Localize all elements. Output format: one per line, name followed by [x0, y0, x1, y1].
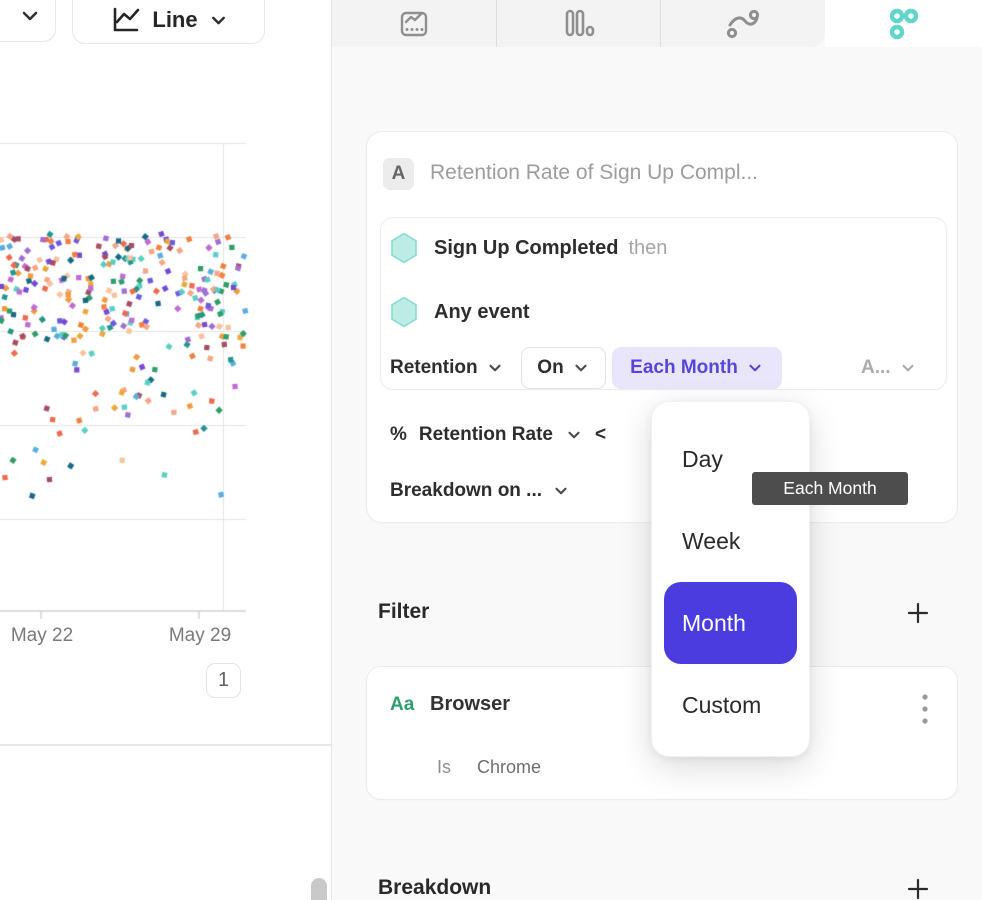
query-title[interactable]: Retention Rate of Sign Up Compl...	[430, 161, 758, 185]
metric-label: Retention Rate	[419, 424, 553, 446]
plus-icon	[906, 601, 930, 625]
tab-flows[interactable]	[660, 0, 825, 47]
tab-insights-chart[interactable]	[332, 0, 496, 47]
truncated-dropdown[interactable]: A...	[861, 347, 917, 389]
chevron-down-icon	[552, 482, 570, 500]
breakdown-section-heading: Breakdown	[378, 876, 491, 900]
scatter-dots-icon	[887, 7, 920, 40]
filter-operator[interactable]: Is	[437, 757, 451, 778]
event-name[interactable]: Any event	[434, 301, 530, 324]
tooltip: Each Month	[752, 472, 908, 505]
chevron-down-icon	[746, 359, 764, 377]
series-label-badge: A	[383, 158, 414, 190]
chevron-down-icon	[572, 359, 590, 377]
add-breakdown-button[interactable]	[905, 876, 931, 900]
plus-icon	[906, 877, 930, 900]
chevron-down-icon	[899, 359, 917, 377]
comparator-label: <	[595, 424, 606, 446]
breakdown-on-label: Breakdown on ...	[390, 480, 542, 502]
kebab-menu-button[interactable]	[921, 693, 929, 725]
event-row[interactable]: Any event	[390, 296, 530, 328]
menu-item-custom[interactable]: Custom	[652, 664, 809, 746]
event-hexagon-icon	[390, 232, 418, 264]
metric-dropdown[interactable]: % Retention Rate <	[390, 414, 606, 456]
chevron-down-icon	[565, 426, 583, 444]
interval-dropdown-menu: Day Week Month Custom	[651, 401, 810, 757]
truncated-label: A...	[861, 357, 891, 379]
retention-type-dropdown[interactable]: Retention	[390, 347, 504, 389]
menu-item-month-selected[interactable]: Month	[664, 582, 797, 664]
interval-label: Each Month	[630, 357, 738, 379]
tab-retention-scatter-active[interactable]	[825, 0, 982, 47]
interval-dropdown[interactable]: Each Month	[612, 347, 782, 389]
retention-type-label: Retention	[390, 357, 478, 379]
kebab-icon	[921, 693, 929, 725]
event-suffix: then	[628, 237, 667, 260]
flow-chart-icon	[726, 8, 760, 40]
event-name[interactable]: Sign Up Completed	[434, 237, 618, 260]
chevron-down-icon	[486, 359, 504, 377]
menu-item-week[interactable]: Week	[652, 500, 809, 582]
event-hexagon-icon	[390, 296, 418, 328]
string-property-icon: Aa	[390, 694, 414, 716]
pagination-badge[interactable]: 1	[206, 663, 241, 698]
filter-section-heading: Filter	[378, 600, 429, 624]
filter-value[interactable]: Chrome	[477, 757, 541, 778]
bar-chart-icon	[562, 8, 596, 40]
scrollbar-thumb[interactable]	[311, 878, 327, 900]
event-row[interactable]: Sign Up Completed then	[390, 232, 667, 264]
x-axis-tick-label: May 22	[0, 625, 84, 647]
on-dropdown[interactable]: On	[521, 347, 606, 389]
filter-property-name[interactable]: Browser	[430, 693, 510, 716]
x-axis-tick-label: May 29	[158, 625, 242, 647]
tab-bar-chart[interactable]	[496, 0, 661, 47]
add-filter-button[interactable]	[905, 600, 931, 626]
breakdown-on-dropdown[interactable]: Breakdown on ...	[390, 470, 570, 512]
percent-icon: %	[390, 424, 407, 446]
on-label: On	[537, 357, 563, 379]
horizontal-divider	[0, 744, 331, 746]
app-window: Line May 22 May 29 1	[0, 0, 982, 900]
combo-chart-icon	[398, 8, 430, 40]
view-tab-bar	[332, 0, 825, 47]
